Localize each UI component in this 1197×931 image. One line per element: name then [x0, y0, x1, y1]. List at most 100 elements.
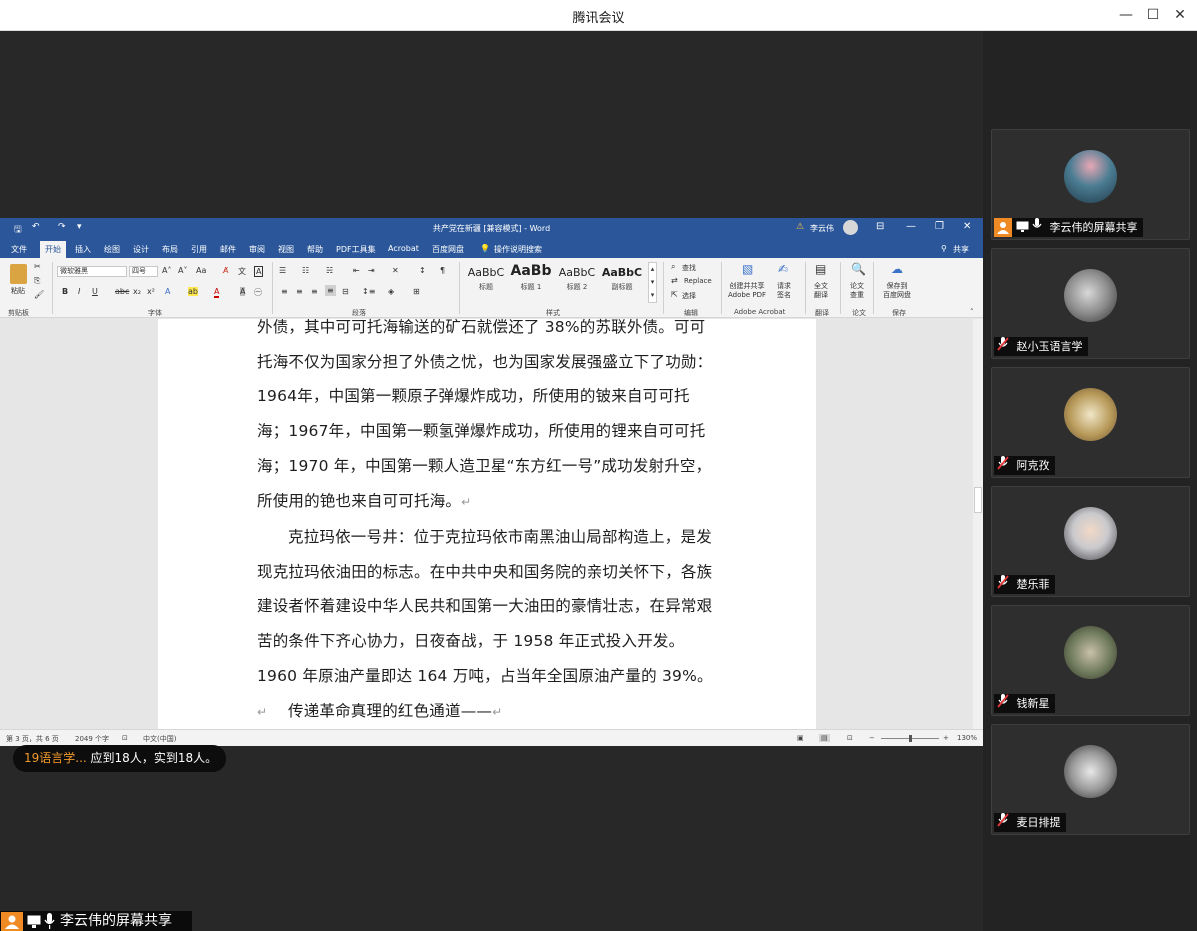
- tab-mailings[interactable]: 邮件: [220, 244, 236, 255]
- style-subtitle[interactable]: AaBbC 副标题: [601, 266, 643, 292]
- decrease-indent-icon[interactable]: ⇤: [353, 266, 360, 275]
- styles-gallery-more-icon[interactable]: ▴ ▾ ▾: [648, 262, 657, 303]
- close-button[interactable]: ✕: [1170, 5, 1190, 25]
- grow-font-icon[interactable]: A˄: [162, 266, 171, 275]
- participant-tile[interactable]: 赵小玉语言学: [991, 248, 1190, 359]
- distributed-icon[interactable]: ⊟: [342, 287, 349, 296]
- tab-design[interactable]: 设计: [133, 244, 149, 255]
- change-case-icon[interactable]: Aa: [196, 266, 206, 275]
- style-title[interactable]: AaBbC 标题: [465, 266, 507, 292]
- share-button[interactable]: 共享: [953, 244, 969, 255]
- baidu-cloud-icon[interactable]: ☁: [891, 262, 903, 276]
- save-to-baidu-label[interactable]: 保存到 百度网盘: [883, 282, 911, 300]
- cut-icon[interactable]: ✂: [34, 262, 41, 271]
- clear-format-icon[interactable]: A̸: [223, 266, 228, 275]
- sort-icon[interactable]: ↕: [419, 266, 426, 275]
- tab-acrobat[interactable]: Acrobat: [388, 244, 419, 253]
- tab-layout[interactable]: 布局: [162, 244, 178, 255]
- participant-tile[interactable]: 李云伟的屏幕共享: [991, 129, 1190, 240]
- minimize-button[interactable]: —: [1116, 5, 1136, 25]
- print-layout-icon[interactable]: ▤: [819, 734, 830, 742]
- translate-icon[interactable]: ▤: [815, 262, 826, 276]
- copy-icon[interactable]: ⎘: [34, 276, 40, 286]
- format-painter-icon[interactable]: 🖌: [34, 290, 44, 299]
- ribbon-display-icon[interactable]: ⊟: [876, 221, 884, 232]
- increase-indent-icon[interactable]: ⇥: [368, 266, 375, 275]
- paper-check-icon[interactable]: 🔍: [851, 262, 866, 276]
- participant-tile[interactable]: 楚乐菲: [991, 486, 1190, 597]
- multilevel-list-icon[interactable]: ☵: [326, 266, 333, 275]
- font-color-icon[interactable]: A: [214, 287, 220, 298]
- word-minimize-button[interactable]: —: [906, 221, 916, 232]
- tab-references[interactable]: 引用: [191, 244, 207, 255]
- request-signature-icon[interactable]: ✍: [778, 262, 788, 276]
- text-effects-icon[interactable]: A: [165, 287, 170, 296]
- language-status[interactable]: 中文(中国): [143, 734, 176, 744]
- shrink-font-icon[interactable]: A˅: [178, 266, 187, 275]
- document-page[interactable]: 外债，其中可可托海输送的矿石就偿还了 38%的苏联外债。可可托海不仅为国家分担了…: [158, 318, 816, 730]
- paste-label[interactable]: 粘贴: [11, 286, 25, 296]
- chinese-layout-icon[interactable]: ✕: [392, 266, 399, 275]
- scrollbar-thumb[interactable]: [974, 487, 982, 513]
- word-close-button[interactable]: ✕: [963, 221, 971, 232]
- bullets-icon[interactable]: ☰: [279, 266, 286, 275]
- create-pdf-icon[interactable]: ▧: [742, 262, 753, 276]
- char-border-icon[interactable]: A: [254, 266, 264, 277]
- enclose-char-icon[interactable]: ㊀: [254, 287, 262, 298]
- select-icon[interactable]: ⇱: [671, 290, 678, 299]
- style-heading-1[interactable]: AaBb 标题 1: [510, 263, 552, 292]
- font-name-select[interactable]: 微软雅黑: [57, 266, 127, 277]
- participant-tile[interactable]: 钱新星: [991, 605, 1190, 716]
- subscript-icon[interactable]: x₂: [133, 287, 141, 296]
- participant-tile[interactable]: 麦日排提: [991, 724, 1190, 835]
- tab-review[interactable]: 审阅: [249, 244, 265, 255]
- web-layout-icon[interactable]: ⊡: [847, 734, 853, 742]
- word-count[interactable]: 2049 个字: [75, 734, 109, 744]
- numbering-icon[interactable]: ☷: [302, 266, 309, 275]
- paste-icon[interactable]: [10, 264, 27, 284]
- zoom-slider-thumb[interactable]: [909, 735, 912, 742]
- tab-home[interactable]: 开始: [40, 241, 66, 259]
- tab-file[interactable]: 文件: [11, 244, 27, 255]
- tell-me-search[interactable]: 操作说明搜索: [494, 244, 542, 255]
- user-name[interactable]: 李云伟: [810, 223, 834, 234]
- paper-check-label[interactable]: 论文 查重: [850, 282, 864, 300]
- zoom-out-icon[interactable]: −: [869, 734, 875, 742]
- replace-icon[interactable]: ⇄: [671, 276, 678, 285]
- char-shading-icon[interactable]: A: [240, 287, 246, 296]
- word-restore-button[interactable]: ❐: [935, 221, 944, 232]
- tab-baidu-netdisk[interactable]: 百度网盘: [432, 244, 464, 255]
- create-share-pdf-label[interactable]: 创建并共享 Adobe PDF: [728, 282, 766, 300]
- show-marks-icon[interactable]: ¶: [440, 266, 445, 275]
- bold-icon[interactable]: B: [62, 287, 68, 296]
- tab-view[interactable]: 视图: [278, 244, 294, 255]
- highlight-icon[interactable]: ab: [188, 287, 198, 296]
- zoom-in-icon[interactable]: +: [943, 734, 949, 742]
- borders-icon[interactable]: ⊞: [413, 287, 420, 296]
- style-heading-2[interactable]: AaBbC 标题 2: [556, 266, 598, 292]
- proofing-icon[interactable]: ⊡: [122, 734, 128, 742]
- page-count[interactable]: 第 3 页，共 6 页: [6, 734, 59, 744]
- tab-draw[interactable]: 绘图: [104, 244, 120, 255]
- paragraph-3[interactable]: 传递革命真理的红色通道——↵: [257, 694, 719, 730]
- shading-icon[interactable]: ◈: [388, 287, 394, 296]
- strikethrough-icon[interactable]: abc: [115, 287, 129, 296]
- full-translate-label[interactable]: 全文 翻译: [814, 282, 828, 300]
- italic-icon[interactable]: I: [78, 287, 80, 296]
- warning-icon[interactable]: ⚠: [796, 222, 804, 232]
- participant-tile[interactable]: 阿克孜: [991, 367, 1190, 478]
- chat-notification[interactable]: 19语言学... 应到18人，实到18人。: [13, 745, 226, 772]
- align-right-icon[interactable]: ≡: [311, 287, 318, 296]
- replace-label[interactable]: Replace: [684, 277, 712, 285]
- maximize-button[interactable]: ☐: [1143, 5, 1163, 25]
- align-center-icon[interactable]: ≡: [296, 287, 303, 296]
- line-spacing-icon[interactable]: ↕≡: [362, 287, 375, 296]
- select-label[interactable]: 选择: [682, 291, 696, 301]
- collapse-ribbon-icon[interactable]: ˄: [970, 308, 974, 316]
- share-icon[interactable]: ⚲: [941, 244, 947, 253]
- user-avatar[interactable]: [843, 220, 858, 235]
- justify-icon[interactable]: ≡: [325, 285, 336, 296]
- font-size-select[interactable]: 四号: [129, 266, 158, 277]
- focus-mode-icon[interactable]: ▣: [797, 734, 804, 742]
- superscript-icon[interactable]: x²: [147, 287, 155, 296]
